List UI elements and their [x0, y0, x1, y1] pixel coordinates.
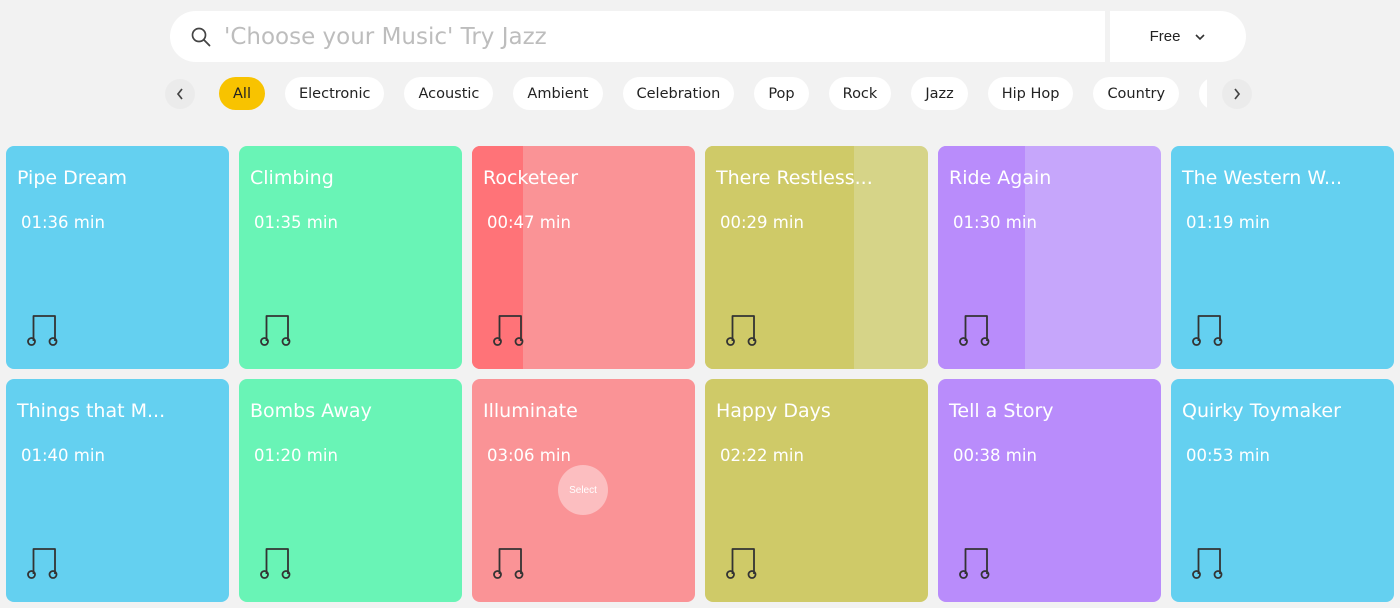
genre-scroll-right-button[interactable] — [1222, 79, 1252, 109]
music-note-icon — [259, 546, 293, 582]
track-title: Ride Again — [949, 167, 1052, 189]
genre-chip-pop[interactable]: Pop — [754, 77, 809, 110]
genre-chip-hip-hop[interactable]: Hip Hop — [987, 77, 1074, 110]
track-card[interactable]: Quirky Toymaker 00:53 min — [1171, 379, 1394, 602]
track-card[interactable]: Things that M... 01:40 min — [6, 379, 229, 602]
search-icon[interactable] — [190, 26, 212, 48]
track-card[interactable]: The Western W... 01:19 min — [1171, 146, 1394, 369]
search-bar — [170, 11, 1105, 62]
genre-chip-jazz[interactable]: Jazz — [911, 77, 968, 110]
track-card[interactable]: Rocketeer 00:47 min — [472, 146, 695, 369]
track-duration: 01:35 min — [254, 213, 338, 232]
track-duration: 03:06 min — [487, 446, 571, 465]
track-duration: 01:30 min — [953, 213, 1037, 232]
select-button[interactable]: Select — [558, 465, 608, 515]
genre-chip-blues[interactable]: Blues — [1199, 77, 1207, 110]
track-duration: 00:53 min — [1186, 446, 1270, 465]
music-note-icon — [725, 546, 759, 582]
music-note-icon — [1191, 546, 1225, 582]
music-note-icon — [26, 546, 60, 582]
track-duration: 00:38 min — [953, 446, 1037, 465]
track-title: The Western W... — [1182, 167, 1343, 189]
genre-chip-acoustic[interactable]: Acoustic — [404, 77, 494, 110]
track-duration: 01:20 min — [254, 446, 338, 465]
track-title: Pipe Dream — [17, 167, 127, 189]
genre-scroll-left-button[interactable] — [165, 79, 195, 109]
track-card[interactable]: There Restless... 00:29 min — [705, 146, 928, 369]
music-note-icon — [1191, 313, 1225, 349]
track-duration: 01:19 min — [1186, 213, 1270, 232]
track-duration: 01:36 min — [21, 213, 105, 232]
track-title: Rocketeer — [483, 167, 579, 189]
genre-chip-rock[interactable]: Rock — [828, 77, 892, 110]
track-card[interactable]: Bombs Away 01:20 min — [239, 379, 462, 602]
track-title: Things that M... — [17, 400, 166, 422]
chevron-down-icon — [1194, 28, 1206, 45]
genre-chip-all[interactable]: All — [219, 77, 265, 110]
track-title: Quirky Toymaker — [1182, 400, 1341, 422]
genre-chip-electronic[interactable]: Electronic — [284, 77, 385, 110]
track-duration: 02:22 min — [720, 446, 804, 465]
track-title: Tell a Story — [949, 400, 1054, 422]
track-duration: 01:40 min — [21, 446, 105, 465]
track-card[interactable]: Ride Again 01:30 min — [938, 146, 1161, 369]
track-title: Bombs Away — [250, 400, 372, 422]
license-select[interactable]: Free — [1110, 11, 1246, 62]
music-note-icon — [958, 546, 992, 582]
music-note-icon — [492, 313, 526, 349]
music-note-icon — [26, 313, 60, 349]
search-input[interactable] — [222, 15, 1086, 58]
track-card[interactable]: Pipe Dream 01:36 min — [6, 146, 229, 369]
track-title: Climbing — [250, 167, 334, 189]
music-note-icon — [492, 546, 526, 582]
genre-filter-bar: All Electronic Acoustic Ambient Celebration P… — [219, 77, 1207, 113]
music-note-icon — [725, 313, 759, 349]
chevron-left-icon — [176, 88, 183, 100]
genre-chip-ambient[interactable]: Ambient — [513, 77, 603, 110]
music-note-icon — [958, 313, 992, 349]
license-select-value: Free — [1149, 28, 1181, 45]
track-card[interactable]: Tell a Story 00:38 min — [938, 379, 1161, 602]
genre-chip-celebration[interactable]: Celebration — [622, 77, 735, 110]
track-duration: 00:47 min — [487, 213, 571, 232]
track-title: There Restless... — [716, 167, 873, 189]
chevron-right-icon — [1234, 88, 1241, 100]
track-title: Illuminate — [483, 400, 578, 422]
track-duration: 00:29 min — [720, 213, 804, 232]
track-title: Happy Days — [716, 400, 831, 422]
genre-chip-country[interactable]: Country — [1093, 77, 1180, 110]
track-card[interactable]: Climbing 01:35 min — [239, 146, 462, 369]
music-note-icon — [259, 313, 293, 349]
track-card[interactable]: Happy Days 02:22 min — [705, 379, 928, 602]
track-card[interactable]: Illuminate 03:06 min Select — [472, 379, 695, 602]
